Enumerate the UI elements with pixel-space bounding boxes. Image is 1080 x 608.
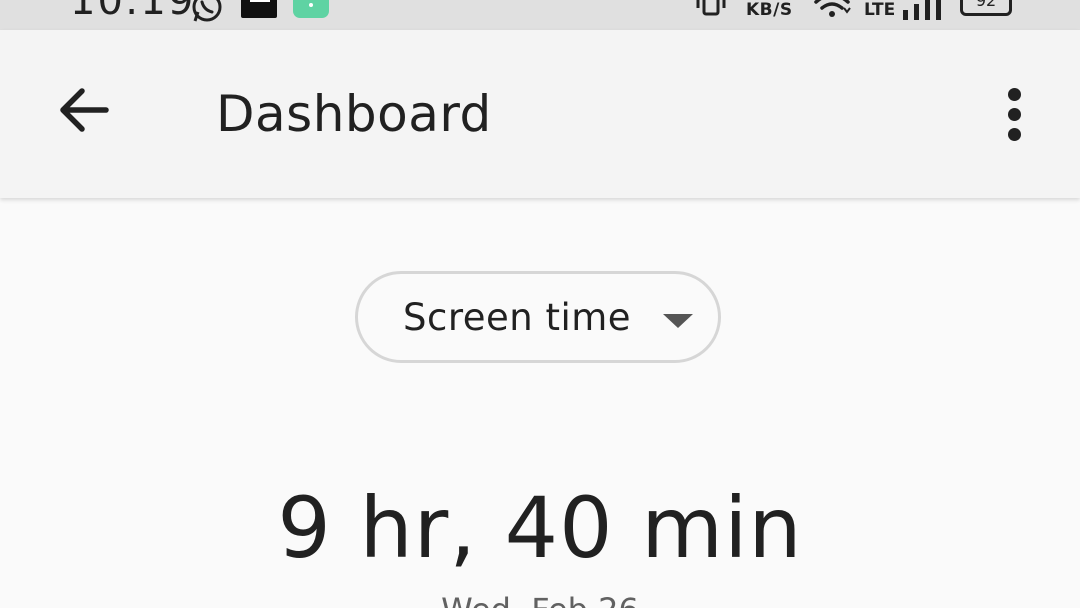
- signal-strength-icon: [903, 0, 941, 20]
- page-title: Dashboard: [216, 85, 492, 143]
- arrow-back-icon: [60, 88, 109, 132]
- vibrate-icon: [696, 0, 726, 16]
- date-label: Wed, Feb 26: [0, 590, 1080, 608]
- app-bar: Dashboard: [0, 30, 1080, 198]
- total-screen-time: 9 hr, 40 min: [277, 479, 803, 577]
- whatsapp-icon: [192, 0, 222, 22]
- notification-app-icon: [241, 0, 277, 18]
- more-vert-icon: [1007, 87, 1021, 101]
- status-time: 10:19: [70, 0, 196, 24]
- network-speed-label: KB/S: [746, 0, 793, 20]
- more-vert-icon-dot: [1007, 107, 1021, 121]
- battery-level: 92: [960, 0, 1012, 16]
- metric-dropdown[interactable]: Screen time: [355, 271, 721, 363]
- back-button[interactable]: [44, 70, 124, 150]
- more-options-button[interactable]: [984, 74, 1044, 154]
- notification-grid-icon: [293, 0, 329, 18]
- status-bar: 10:19 KB/S LTE 92: [0, 0, 1080, 30]
- screen: 10:19 KB/S LTE 92 Dashboard Screen time …: [0, 0, 1080, 608]
- caret-down-icon: [663, 314, 693, 328]
- wifi-icon: [814, 0, 851, 17]
- metric-dropdown-label: Screen time: [403, 296, 632, 339]
- more-vert-icon-dot: [1007, 127, 1021, 141]
- network-type-label: LTE: [864, 0, 896, 20]
